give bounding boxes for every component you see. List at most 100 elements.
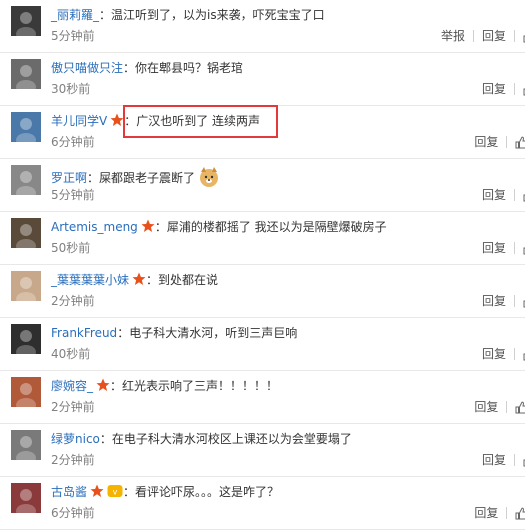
separator: ： [123,485,136,499]
verified-badge-icon [90,484,104,502]
comment-text: 你在郫县吗？锅老琯 [135,61,244,75]
separator: ： [123,61,136,75]
separator: ： [117,326,130,340]
reply-link[interactable]: 回复 [482,293,506,309]
reply-link[interactable]: 回复 [482,346,506,362]
avatar[interactable] [11,377,41,407]
thumbs-up-icon [515,401,525,418]
comment-text: 红光表示响了三声！！！！！ [122,379,279,393]
comment-text: 屎都跟老子震断了 [99,171,196,185]
comment-text: 广汉也听到了 连续两声 [136,114,261,128]
comment-row: 傲只喵做只注：你在郫县吗？锅老琯 30秒前 回复 [0,53,525,106]
comment-actions: 回复 [474,240,525,259]
avatar[interactable] [11,483,41,513]
comment-row: 绿萝nico：在电子科大清水河校区上课还以为会堂要塌了 2分钟前 回复 [0,424,525,477]
action-divider [506,507,508,519]
action-divider [472,30,474,42]
comment-time: 2分钟前 [51,453,95,467]
report-link[interactable]: 举报 [441,28,465,44]
username-link[interactable]: 罗正啊 [51,171,87,185]
avatar[interactable] [11,6,41,36]
comment-row: FrankFreud：电子科大清水河，听到三声巨响 40秒前 回复 [0,318,525,371]
comment-row: _葉葉葉葉小妹 ：到处都在说 2分钟前 回复 [0,265,525,318]
comment-text: 在电子科大清水河校区上课还以为会堂要塌了 [111,432,352,446]
comment-text: 到处都在说 [158,273,219,287]
comment-row: _丽莉羅_：温江听到了，以为is来袭，吓死宝宝了口 5分钟前 举报 回复 [0,0,525,53]
comment-actions: 回复 [474,293,525,312]
action-divider [514,189,515,201]
verified-badge-icon [96,378,110,396]
verified-badge-icon [132,272,146,290]
like-button[interactable]: 1 [515,505,525,524]
comment-time: 40秒前 [51,347,91,361]
separator: ： [146,273,159,287]
reply-link[interactable]: 回复 [482,187,506,203]
svg-text:v: v [113,488,118,497]
action-divider [514,242,515,254]
comment-time: 30秒前 [51,82,91,96]
username-link[interactable]: _丽莉羅_ [51,8,99,22]
thumbs-up-icon [515,136,525,153]
avatar[interactable] [11,430,41,460]
comment-time: 2分钟前 [51,294,95,308]
verified-badge-icon [141,219,155,237]
action-divider [514,30,515,42]
comment-time: 6分钟前 [51,506,95,520]
avatar[interactable] [11,271,41,301]
comment-time: 2分钟前 [51,400,95,414]
like-button[interactable]: 2 [515,399,525,418]
comment-actions: 回复 [474,346,525,365]
comment-row: 羊儿同学V ：广汉也听到了 连续两声 6分钟前 回复 5 [0,106,525,159]
separator: ： [99,8,112,22]
reply-link[interactable]: 回复 [474,399,498,415]
comment-row: Artemis_meng ：犀浦的楼都摇了 我还以为是隔壁爆破房子 50秒前 回复 [0,212,525,265]
comment-time: 5分钟前 [51,188,95,202]
comment-actions: 回复 5 [466,134,525,153]
avatar[interactable] [11,112,41,142]
username-link[interactable]: 廖婉容_ [51,379,93,393]
separator: ： [87,171,100,185]
comment-actions: 回复 2 [466,399,525,418]
action-divider [506,136,508,148]
reply-link[interactable]: 回复 [482,81,506,97]
reply-link[interactable]: 回复 [474,134,498,150]
comment-time: 50秒前 [51,241,91,255]
comment-text: 电子科大清水河，听到三声巨响 [129,326,298,340]
vip-badge-icon: v [107,484,123,502]
action-divider [514,348,515,360]
username-link[interactable]: FrankFreud [51,326,117,340]
comment-actions: 回复 1 [466,505,525,524]
comment-actions: 回复 [474,187,525,206]
username-link[interactable]: 古岛酱 [51,485,87,499]
username-link[interactable]: 羊儿同学V [51,114,107,128]
comment-row: 古岛酱 v ：看评论吓尿。。。这是咋了？ 6分钟前 回复 1 [0,477,525,530]
verified-badge-icon [110,113,124,131]
comment-actions: 举报 回复 [433,28,525,47]
action-divider [514,295,515,307]
action-divider [506,401,508,413]
reply-link[interactable]: 回复 [482,240,506,256]
reply-link[interactable]: 回复 [482,452,506,468]
comment-text: 犀浦的楼都摇了 我还以为是隔壁爆破房子 [166,220,387,234]
reply-link[interactable]: 回复 [482,28,506,44]
separator: ： [154,220,167,234]
comment-time: 6分钟前 [51,135,95,149]
username-link[interactable]: 绿萝nico [51,432,100,446]
doge-emoji-icon [198,166,220,192]
comment-actions: 回复 [474,452,525,471]
username-link[interactable]: _葉葉葉葉小妹 [51,273,129,287]
avatar[interactable] [11,165,41,195]
action-divider [514,83,515,95]
action-divider [514,454,515,466]
avatar[interactable] [11,324,41,354]
comment-row: 罗正啊：屎都跟老子震断了 5分钟前 回复 [0,159,525,212]
comment-list: _丽莉羅_：温江听到了，以为is来袭，吓死宝宝了口 5分钟前 举报 回复 傲只喵做只注：… [0,0,525,530]
avatar[interactable] [11,218,41,248]
avatar[interactable] [11,59,41,89]
like-button[interactable]: 5 [515,134,525,153]
thumbs-up-icon [515,507,525,524]
username-link[interactable]: Artemis_meng [51,220,138,234]
reply-link[interactable]: 回复 [474,505,498,521]
username-link[interactable]: 傲只喵做只注 [51,61,123,75]
separator: ： [110,379,123,393]
